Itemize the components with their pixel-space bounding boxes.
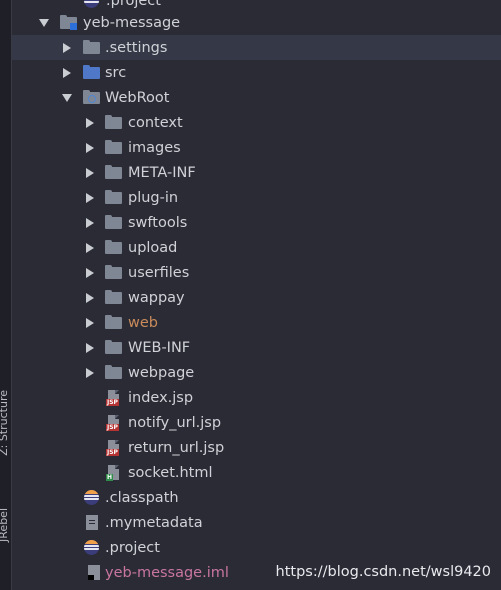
folder-icon — [105, 315, 122, 330]
chevron-right-icon[interactable] — [84, 267, 96, 279]
tree-row-web[interactable]: web — [12, 310, 501, 335]
chevron-right-icon[interactable] — [84, 117, 96, 129]
tree-row-index-jsp[interactable]: JSP index.jsp — [12, 385, 501, 410]
tree-item-label: src — [105, 64, 127, 81]
tree-item-label: plug-in — [128, 189, 179, 206]
chevron-right-icon[interactable] — [84, 142, 96, 154]
tree-item-label: swftools — [128, 214, 188, 231]
tree-row-context[interactable]: context — [12, 110, 501, 135]
tree-item-label: web — [128, 314, 158, 331]
tree-row-swftools[interactable]: swftools — [12, 210, 501, 235]
chevron-right-icon[interactable] — [84, 292, 96, 304]
tree-row-root[interactable]: yeb-message — [12, 10, 501, 35]
tree-row-classpath[interactable]: .classpath — [12, 485, 501, 510]
tree-item-label: yeb-message.iml — [105, 564, 229, 581]
tree-row-src[interactable]: src — [12, 60, 501, 85]
folder-icon — [105, 365, 122, 380]
folder-icon — [105, 240, 122, 255]
tree-item-label: return_url.jsp — [128, 439, 225, 456]
folder-icon — [105, 190, 122, 205]
tree-item-label: .settings — [105, 39, 168, 56]
folder-icon — [105, 265, 122, 280]
tree-item-label: context — [128, 114, 183, 131]
tree-row-images[interactable]: images — [12, 135, 501, 160]
tree-row-return-url-jsp[interactable]: JSP return_url.jsp — [12, 435, 501, 460]
chevron-right-icon[interactable] — [84, 192, 96, 204]
tree-row-webpage[interactable]: webpage — [12, 360, 501, 385]
folder-icon — [105, 165, 122, 180]
module-file-icon — [88, 565, 100, 580]
text-file-icon — [86, 515, 98, 530]
eclipse-file-icon — [84, 540, 99, 555]
chevron-right-icon[interactable] — [84, 367, 96, 379]
jrebel-tool-tab[interactable]: JRebel — [0, 508, 10, 542]
chevron-down-icon[interactable] — [38, 17, 50, 29]
chevron-right-icon[interactable] — [84, 317, 96, 329]
jsp-file-icon: JSP — [106, 439, 119, 456]
tree-row-settings[interactable]: .settings — [12, 35, 501, 60]
chevron-right-icon[interactable] — [84, 217, 96, 229]
chevron-down-icon[interactable] — [61, 92, 73, 104]
module-folder-icon — [60, 15, 77, 30]
tree-item-label: WEB-INF — [128, 339, 191, 356]
tree-item-label: .classpath — [105, 489, 179, 506]
tree-row-upload[interactable]: upload — [12, 235, 501, 260]
tree-item-label: yeb-message — [83, 14, 181, 31]
chevron-right-icon[interactable] — [61, 67, 73, 79]
folder-icon — [105, 340, 122, 355]
tree-row-mymetadata[interactable]: .mymetadata — [12, 510, 501, 535]
structure-tool-tab[interactable]: Z: Structure — [0, 390, 10, 456]
tree-item-label: META-INF — [128, 164, 196, 181]
jsp-tag: JSP — [106, 398, 119, 406]
tree-item-label: images — [128, 139, 181, 156]
tree-row-userfiles[interactable]: userfiles — [12, 260, 501, 285]
tree-item-label: .project — [105, 539, 160, 556]
tree-item-label: socket.html — [128, 464, 213, 481]
eclipse-project-icon — [84, 0, 99, 8]
watermark: https://blog.csdn.net/wsl9420 — [275, 564, 491, 580]
chevron-right-icon[interactable] — [84, 167, 96, 179]
jsp-tag: JSP — [106, 423, 119, 431]
tree-row-project[interactable]: .project — [12, 535, 501, 560]
tree-item-label: .mymetadata — [105, 514, 203, 531]
tree-item-label: index.jsp — [128, 389, 194, 406]
tree-row-meta-inf[interactable]: META-INF — [12, 160, 501, 185]
tree-row-web-inf[interactable]: WEB-INF — [12, 335, 501, 360]
tree-row-socket-html[interactable]: H socket.html — [12, 460, 501, 485]
source-folder-icon — [83, 65, 100, 80]
tree-item-label: wappay — [128, 289, 185, 306]
tree-item-label: webpage — [128, 364, 195, 381]
folder-icon — [105, 115, 122, 130]
chevron-right-icon[interactable] — [84, 242, 96, 254]
tree-row-plug-in[interactable]: plug-in — [12, 185, 501, 210]
tree-item-label: userfiles — [128, 264, 190, 281]
jsp-file-icon: JSP — [106, 414, 119, 431]
eclipse-file-icon — [84, 490, 99, 505]
project-tree: .project yeb-message .settings src WebRo… — [12, 0, 501, 590]
tree-row-notify-url-jsp[interactable]: JSP notify_url.jsp — [12, 410, 501, 435]
jsp-file-icon: JSP — [106, 389, 119, 406]
html-tag: H — [106, 473, 114, 481]
folder-icon — [83, 40, 100, 55]
html-file-icon: H — [106, 464, 119, 481]
tree-item-label: WebRoot — [105, 89, 170, 106]
tree-item-label: notify_url.jsp — [128, 414, 222, 431]
tree-row-wappay[interactable]: wappay — [12, 285, 501, 310]
chevron-right-icon[interactable] — [84, 342, 96, 354]
web-folder-icon — [83, 90, 100, 105]
folder-icon — [105, 215, 122, 230]
tree-row-webroot[interactable]: WebRoot — [12, 85, 501, 110]
jsp-tag: JSP — [106, 448, 119, 456]
folder-icon — [105, 140, 122, 155]
tree-item-label: upload — [128, 239, 178, 256]
folder-icon — [105, 290, 122, 305]
left-tool-strip: Z: Structure JRebel — [0, 0, 12, 590]
tree-item-label: .project — [106, 0, 161, 9]
chevron-right-icon[interactable] — [61, 42, 73, 54]
